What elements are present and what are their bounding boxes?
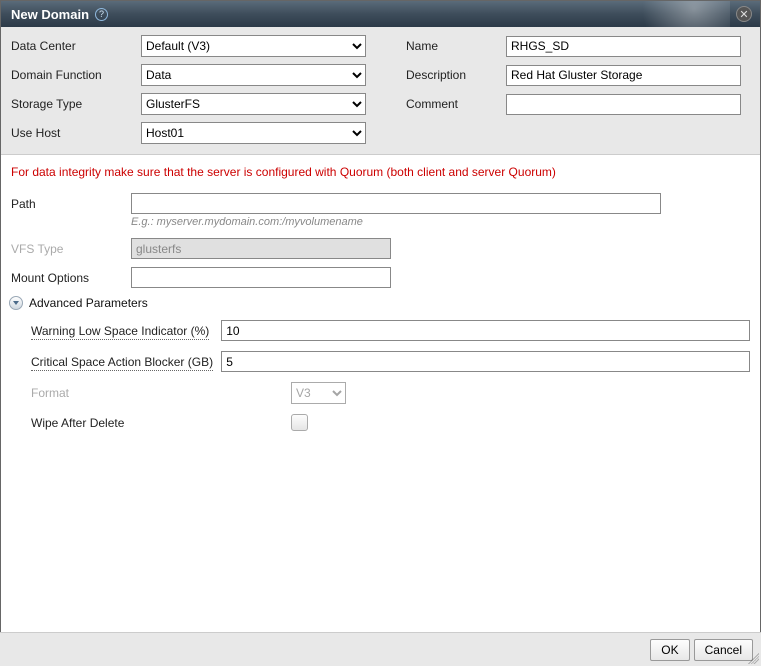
- input-comment[interactable]: [506, 94, 741, 115]
- label-storage-type: Storage Type: [11, 97, 141, 111]
- label-name: Name: [406, 39, 506, 53]
- input-path[interactable]: [131, 193, 661, 214]
- input-mount-options[interactable]: [131, 267, 391, 288]
- ok-button[interactable]: OK: [650, 639, 689, 661]
- path-hint: E.g.: myserver.mydomain.com:/myvolumenam…: [131, 216, 750, 228]
- input-description[interactable]: [506, 65, 741, 86]
- label-vfs-type: VFS Type: [11, 242, 131, 256]
- label-warn-low-space: Warning Low Space Indicator (%): [31, 324, 221, 338]
- select-format: V3: [291, 382, 346, 404]
- label-path: Path: [11, 197, 131, 211]
- advanced-body: Warning Low Space Indicator (%) Critical…: [11, 320, 750, 431]
- label-data-center: Data Center: [11, 39, 141, 53]
- select-data-center[interactable]: Default (V3): [141, 35, 366, 57]
- select-domain-function[interactable]: Data: [141, 64, 366, 86]
- label-domain-function: Domain Function: [11, 68, 141, 82]
- cancel-button[interactable]: Cancel: [694, 639, 753, 661]
- advanced-title: Advanced Parameters: [29, 296, 148, 310]
- input-warn-low-space[interactable]: [221, 320, 750, 341]
- advanced-toggle[interactable]: Advanced Parameters: [9, 296, 750, 310]
- chevron-down-icon: [9, 296, 23, 310]
- quorum-warning: For data integrity make sure that the se…: [11, 165, 750, 179]
- label-mount-options: Mount Options: [11, 271, 131, 285]
- label-comment: Comment: [406, 97, 506, 111]
- close-icon[interactable]: ✕: [736, 6, 752, 22]
- dialog-title: New Domain: [11, 7, 89, 22]
- top-form: Data Center Default (V3) Name Domain Fun…: [1, 27, 760, 155]
- help-icon[interactable]: ?: [95, 8, 108, 21]
- select-use-host[interactable]: Host01: [141, 122, 366, 144]
- input-crit-space[interactable]: [221, 351, 750, 372]
- label-wipe-after-delete: Wipe After Delete: [31, 416, 291, 430]
- label-crit-space: Critical Space Action Blocker (GB): [31, 355, 221, 369]
- label-description: Description: [406, 68, 506, 82]
- label-format: Format: [31, 386, 291, 400]
- dialog-footer: OK Cancel: [0, 632, 761, 666]
- titlebar: New Domain ? ✕: [1, 1, 760, 27]
- checkbox-wipe-after-delete[interactable]: [291, 414, 308, 431]
- body-area: For data integrity make sure that the se…: [1, 155, 760, 449]
- input-vfs-type: [131, 238, 391, 259]
- label-use-host: Use Host: [11, 126, 141, 140]
- titlebar-decoration: [610, 1, 730, 27]
- input-name[interactable]: [506, 36, 741, 57]
- select-storage-type[interactable]: GlusterFS: [141, 93, 366, 115]
